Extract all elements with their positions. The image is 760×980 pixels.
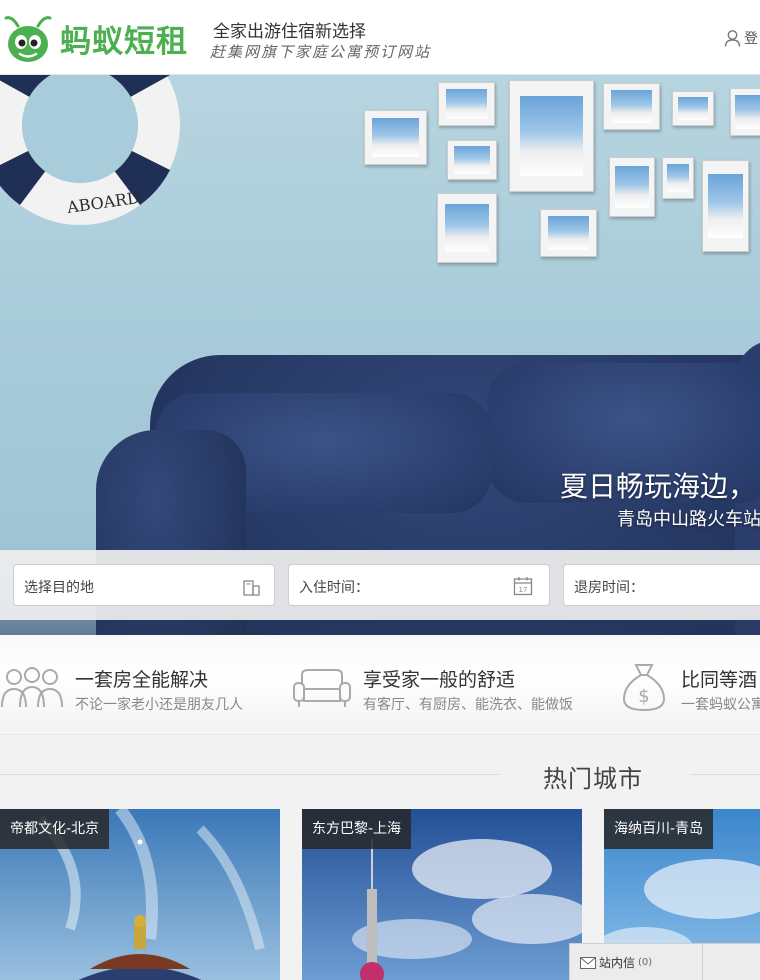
- search-bar: 选择目的地 入住时间： 17 退房时间：: [0, 550, 760, 620]
- wall-photo: [672, 91, 714, 126]
- feature-subtitle: 有客厅、有厨房、能洗衣、能做饭: [363, 697, 573, 713]
- city-label: 东方巴黎-上海: [302, 809, 412, 849]
- hero-title: 夏日畅玩海边，: [560, 470, 757, 503]
- feature-item: 享受家一般的舒适 有客厅、有厨房、能洗衣、能做饭: [290, 635, 600, 735]
- wall-photo: [609, 157, 655, 217]
- feature-item: $ 比同等酒 一套蚂蚁公寓: [618, 635, 760, 735]
- destination-placeholder: 选择目的地: [24, 580, 94, 596]
- money-bag-icon: $: [622, 664, 666, 712]
- message-bar: 站内信 (0): [569, 943, 760, 980]
- login-label: 登: [744, 31, 758, 47]
- slogan-main: 全家出游住宿新选择: [213, 22, 366, 42]
- slogan-sub: 赶集网旗下家庭公寓预订网站: [210, 43, 432, 61]
- building-icon: [243, 580, 260, 596]
- envelope-icon: [580, 956, 596, 969]
- sofa-icon: [293, 669, 351, 707]
- wall-photo: [364, 110, 427, 165]
- svg-text:$: $: [638, 686, 649, 707]
- feature-title: 一套房全能解决: [75, 669, 209, 691]
- feature-title: 享受家一般的舒适: [363, 669, 516, 691]
- wall-photo: [662, 157, 694, 199]
- page: 蚂蚁短租 全家出游住宿新选择 赶集网旗下家庭公寓预订网站 登 ABOARD 夏日…: [0, 0, 760, 980]
- lifebuoy-icon: ABOARD: [0, 75, 180, 225]
- ant-logo-icon: [4, 16, 52, 62]
- calendar-day: 17: [519, 586, 528, 594]
- city-label: 海纳百川-青岛: [604, 809, 714, 849]
- checkout-placeholder: 退房时间：: [574, 580, 644, 596]
- inbox-button[interactable]: 站内信 (0): [580, 954, 652, 971]
- features-strip: 一套房全能解决 不论一家老小还是朋友几人 享受家一般的舒适 有客厅、有厨房、能洗…: [0, 635, 760, 735]
- city-card-beijing[interactable]: 帝都文化-北京: [0, 809, 280, 980]
- checkin-input[interactable]: 入住时间： 17: [288, 564, 550, 606]
- city-label: 帝都文化-北京: [0, 809, 110, 849]
- site-header: 蚂蚁短租 全家出游住宿新选择 赶集网旗下家庭公寓预订网站 登: [0, 0, 760, 75]
- feature-title: 比同等酒: [681, 669, 758, 691]
- calendar-icon[interactable]: 17: [513, 576, 533, 596]
- checkout-input[interactable]: 退房时间：: [563, 564, 760, 606]
- user-icon: [724, 30, 741, 47]
- login-link[interactable]: 登: [724, 28, 758, 48]
- divider: [690, 774, 760, 775]
- site-logo[interactable]: 蚂蚁短租: [0, 8, 200, 68]
- wall-photo: [447, 140, 497, 180]
- city-card-shanghai[interactable]: 东方巴黎-上海: [302, 809, 582, 980]
- wall-photo: [437, 193, 497, 263]
- family-icon: [1, 667, 63, 708]
- feature-subtitle: 一套蚂蚁公寓: [681, 697, 760, 713]
- wall-photo: [438, 82, 495, 126]
- destination-input[interactable]: 选择目的地: [13, 564, 275, 606]
- hot-cities-title: 热门城市: [543, 765, 643, 793]
- inbox-label: 站内信: [599, 956, 636, 970]
- wall-photo: [603, 83, 660, 130]
- feature-subtitle: 不论一家老小还是朋友几人: [75, 697, 243, 713]
- checkin-placeholder: 入住时间：: [299, 580, 369, 596]
- wall-photo: [509, 80, 594, 192]
- wall-photo: [540, 209, 597, 257]
- logo-text: 蚂蚁短租: [60, 23, 188, 60]
- wall-photo: [702, 160, 749, 252]
- inbox-count: (0): [638, 957, 653, 968]
- hero-subtitle: 青岛中山路火车站: [617, 509, 760, 530]
- divider: [0, 774, 500, 775]
- wall-photo: [730, 88, 760, 136]
- feature-item: 一套房全能解决 不论一家老小还是朋友几人: [0, 635, 285, 735]
